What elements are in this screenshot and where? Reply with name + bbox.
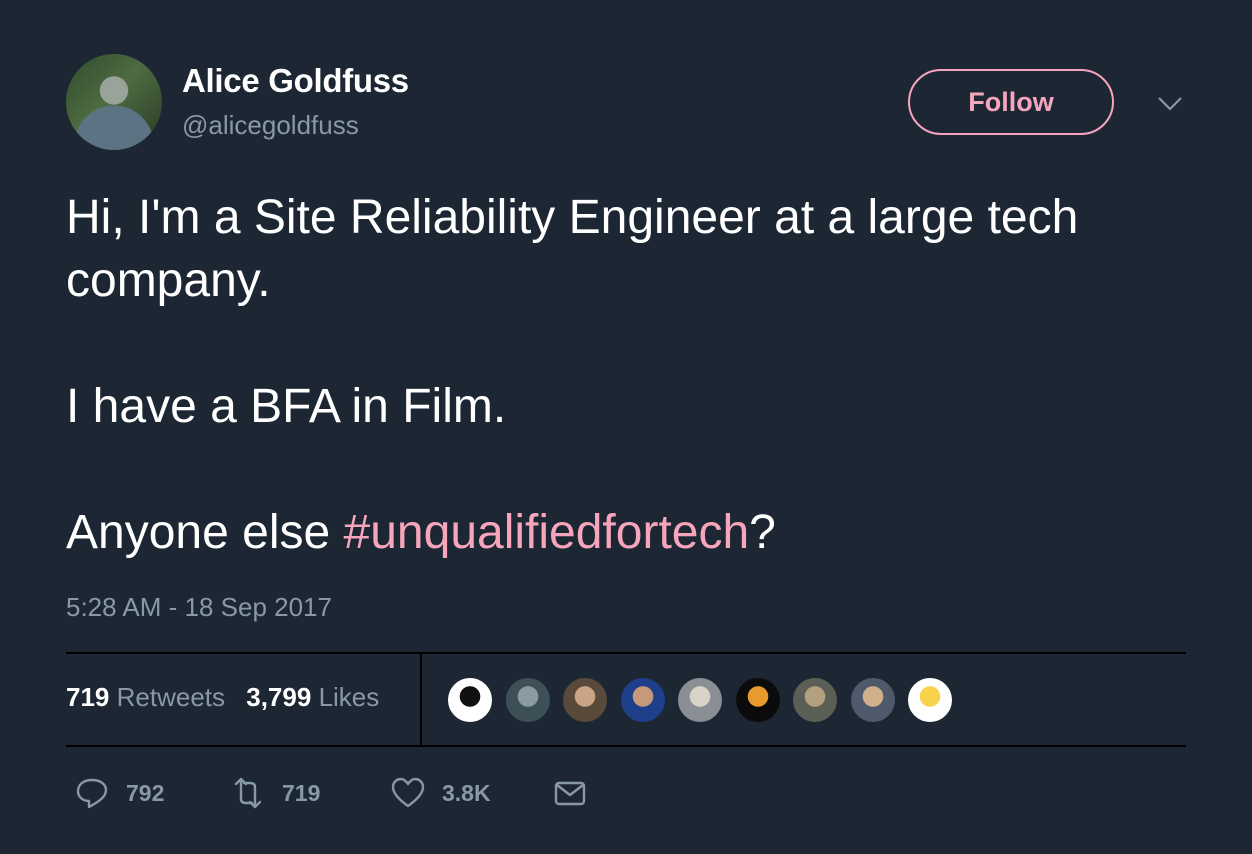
tweet-line-1: Hi, I'm a Site Reliability Engineer at a… bbox=[66, 191, 1079, 307]
user-handle[interactable]: @alicegoldfuss bbox=[182, 110, 359, 141]
user-display-name[interactable]: Alice Goldfuss bbox=[182, 62, 409, 100]
reply-action[interactable]: 792 bbox=[74, 770, 164, 816]
reply-count: 792 bbox=[126, 779, 165, 806]
tweet-line-3-suffix: ? bbox=[749, 506, 776, 559]
direct-message-action[interactable] bbox=[552, 770, 604, 816]
likes-stat[interactable]: 3,799 Likes bbox=[246, 682, 379, 712]
like-count: 3.8K bbox=[442, 779, 491, 806]
stats-vertical-divider bbox=[420, 653, 422, 746]
liker-avatar[interactable] bbox=[791, 676, 839, 724]
retweets-stat[interactable]: 719 Retweets bbox=[66, 682, 225, 712]
user-avatar[interactable] bbox=[66, 54, 162, 150]
liker-avatar[interactable] bbox=[503, 676, 552, 724]
liker-avatar[interactable] bbox=[906, 676, 954, 724]
retweets-count: 719 bbox=[66, 682, 110, 712]
liker-avatar[interactable] bbox=[618, 676, 667, 724]
tweet-actions: 792 719 3.8K bbox=[66, 770, 666, 818]
engagement-stats: 719 Retweets 3,799 Likes bbox=[66, 682, 393, 713]
liker-avatar[interactable] bbox=[676, 676, 724, 724]
retweet-icon bbox=[234, 777, 262, 809]
stats-bottom-divider bbox=[66, 745, 1186, 747]
likes-count: 3,799 bbox=[246, 682, 312, 712]
envelope-icon bbox=[554, 781, 586, 806]
tweet-text: Hi, I'm a Site Reliability Engineer at a… bbox=[66, 186, 1186, 564]
tweet-line-2: I have a BFA in Film. bbox=[66, 380, 507, 433]
follow-button[interactable]: Follow bbox=[908, 69, 1114, 135]
liker-avatars bbox=[446, 676, 964, 724]
chevron-down-icon[interactable] bbox=[1156, 94, 1184, 114]
tweet-timestamp[interactable]: 5:28 AM - 18 Sep 2017 bbox=[66, 592, 332, 623]
liker-avatar[interactable] bbox=[446, 676, 494, 724]
retweet-action[interactable]: 719 bbox=[230, 770, 320, 816]
liker-avatar[interactable] bbox=[848, 676, 897, 724]
heart-icon bbox=[391, 777, 425, 808]
liker-avatar[interactable] bbox=[561, 676, 609, 724]
tweet-line-3-prefix: Anyone else bbox=[66, 506, 344, 559]
retweet-count: 719 bbox=[282, 779, 321, 806]
reply-icon bbox=[76, 778, 108, 809]
likes-label: Likes bbox=[318, 682, 380, 712]
retweets-label: Retweets bbox=[116, 682, 226, 712]
liker-avatar[interactable] bbox=[733, 676, 782, 724]
follow-button-label: Follow bbox=[968, 86, 1054, 117]
tweet-line-3: Anyone else #unqualifiedfortech? bbox=[66, 501, 1186, 564]
stats-top-divider bbox=[66, 652, 1186, 654]
hashtag-link[interactable]: #unqualifiedfortech bbox=[344, 506, 750, 559]
like-action[interactable]: 3.8K bbox=[390, 770, 491, 816]
